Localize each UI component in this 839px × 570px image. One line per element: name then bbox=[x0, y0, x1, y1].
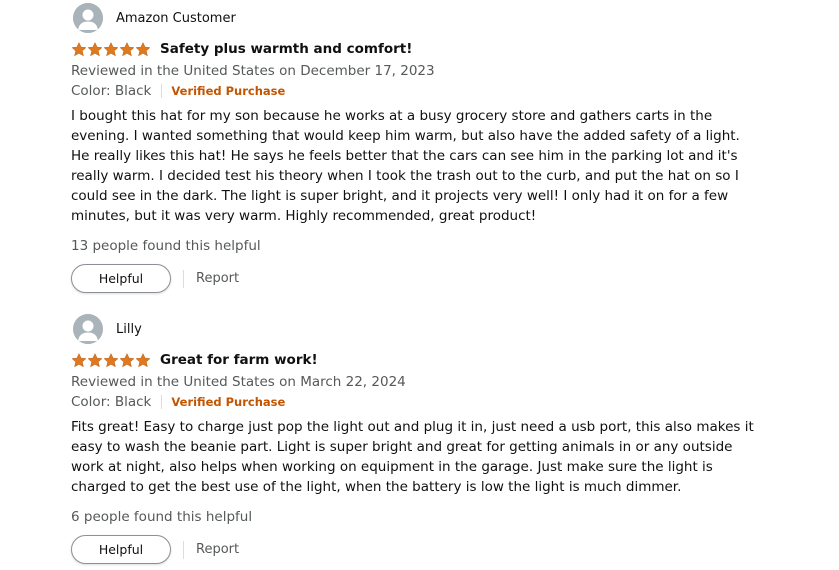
report-link[interactable]: Report bbox=[196, 271, 239, 286]
avatar bbox=[73, 3, 103, 33]
star-icon bbox=[87, 41, 103, 56]
divider bbox=[183, 269, 184, 288]
verified-purchase-badge: Verified Purchase bbox=[171, 84, 286, 98]
review-title-row[interactable]: Great for farm work! bbox=[71, 351, 761, 369]
review-format-row: Color: Black Verified Purchase bbox=[71, 392, 761, 412]
divider bbox=[183, 540, 184, 559]
review-date: Reviewed in the United States on Decembe… bbox=[71, 63, 435, 79]
star-icon bbox=[135, 41, 151, 56]
divider bbox=[161, 84, 163, 98]
star-icon bbox=[103, 41, 119, 56]
review-title-row[interactable]: Safety plus warmth and comfort! bbox=[71, 40, 761, 58]
review-body: Fits great! Easy to charge just pop the … bbox=[71, 419, 754, 495]
review-date: Reviewed in the United States on March 2… bbox=[71, 374, 406, 390]
review-title[interactable]: Great for farm work! bbox=[160, 352, 318, 368]
review-actions: Helpful Report bbox=[71, 264, 761, 293]
color-variant[interactable]: Color: Black bbox=[71, 81, 151, 101]
reviewer-profile[interactable]: Lilly bbox=[71, 314, 761, 344]
star-icon bbox=[135, 352, 151, 367]
reviews-list: Amazon Customer Safety plus warmth and c… bbox=[0, 0, 839, 570]
review-title[interactable]: Safety plus warmth and comfort! bbox=[160, 41, 412, 57]
star-icon bbox=[119, 352, 135, 367]
helpful-count: 13 people found this helpful bbox=[71, 238, 261, 254]
color-variant[interactable]: Color: Black bbox=[71, 392, 151, 412]
reviewer-name[interactable]: Lilly bbox=[116, 322, 142, 337]
avatar bbox=[73, 314, 103, 344]
divider bbox=[161, 395, 163, 409]
star-rating[interactable] bbox=[71, 41, 151, 57]
review-actions: Helpful Report bbox=[71, 535, 761, 564]
helpful-button[interactable]: Helpful bbox=[71, 264, 171, 293]
helpful-button[interactable]: Helpful bbox=[71, 535, 171, 564]
star-icon bbox=[103, 352, 119, 367]
star-icon bbox=[71, 352, 87, 367]
default-avatar-icon bbox=[73, 314, 103, 344]
star-icon bbox=[119, 41, 135, 56]
verified-purchase-badge: Verified Purchase bbox=[171, 395, 286, 409]
reviewer-profile[interactable]: Amazon Customer bbox=[71, 3, 761, 33]
helpful-count: 6 people found this helpful bbox=[71, 509, 253, 525]
review-format-row: Color: Black Verified Purchase bbox=[71, 81, 761, 101]
reviewer-name[interactable]: Amazon Customer bbox=[116, 11, 236, 26]
star-icon bbox=[71, 41, 87, 56]
default-avatar-icon bbox=[73, 3, 103, 33]
star-icon bbox=[87, 352, 103, 367]
review-body: I bought this hat for my son because he … bbox=[71, 108, 740, 224]
report-link[interactable]: Report bbox=[196, 542, 239, 557]
review-item: Lilly Great for farm work! Reviewed in t… bbox=[71, 314, 761, 564]
review-item: Amazon Customer Safety plus warmth and c… bbox=[71, 3, 761, 293]
star-rating[interactable] bbox=[71, 352, 151, 368]
